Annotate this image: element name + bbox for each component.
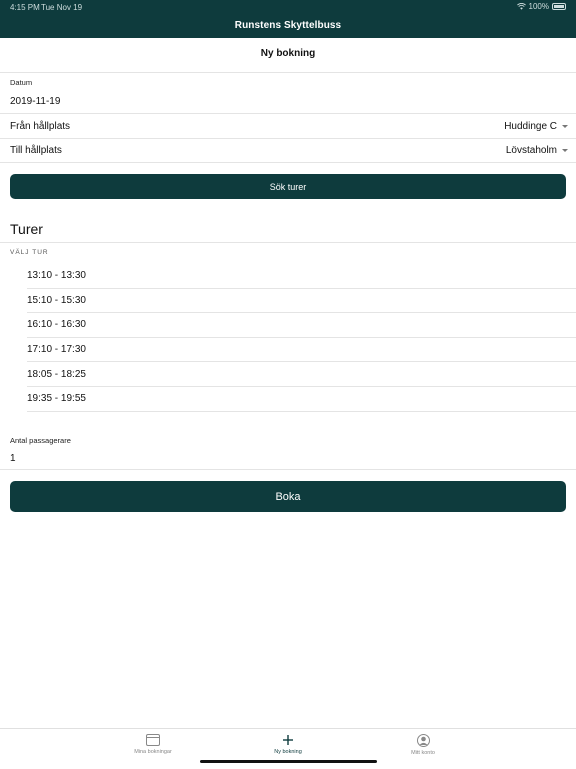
chevron-down-icon (562, 149, 568, 152)
divider (0, 469, 576, 470)
book-button[interactable]: Boka (10, 481, 566, 512)
date-field[interactable]: 2019-11-19 (10, 96, 60, 107)
battery-percent: 100% (528, 2, 549, 11)
divider (0, 113, 576, 114)
date-label: Datum (10, 78, 33, 87)
from-stop-select[interactable]: Huddinge C (504, 121, 568, 132)
search-tours-button[interactable]: Sök turer (10, 174, 566, 199)
status-indicators: 100% (516, 2, 566, 11)
passengers-field[interactable]: 1 (10, 453, 16, 464)
home-indicator[interactable] (200, 760, 377, 763)
divider (0, 162, 576, 163)
to-stop-label: Till hållplats (10, 145, 62, 156)
tour-item[interactable]: 18:05 - 18:25 (27, 362, 576, 387)
tour-item[interactable]: 19:35 - 19:55 (27, 387, 576, 412)
divider (0, 72, 576, 73)
tours-heading: Turer (10, 221, 43, 237)
tab-label: Mina bokningar (134, 749, 172, 755)
from-stop-label: Från hållplats (10, 121, 71, 132)
tours-caption: VÄLJ TUR (10, 249, 49, 256)
app-header: 4:15 PM Tue Nov 19 100% Runstens Skyttel… (0, 0, 576, 38)
app-title: Runstens Skyttelbuss (234, 20, 342, 31)
tour-item[interactable]: 16:10 - 16:30 (27, 313, 576, 338)
tour-item[interactable]: 13:10 - 13:30 (27, 264, 576, 289)
tab-label: Ny bokning (274, 749, 302, 755)
status-bar: 4:15 PM Tue Nov 19 100% (0, 0, 576, 14)
battery-icon (552, 3, 566, 10)
tab-my-account[interactable]: Mitt konto (373, 734, 473, 756)
to-stop-select[interactable]: Lövstaholm (506, 145, 568, 156)
tab-my-bookings[interactable]: Mina bokningar (103, 734, 203, 755)
divider (0, 242, 576, 243)
plus-icon (283, 735, 293, 745)
chevron-down-icon (562, 125, 568, 128)
account-icon (416, 734, 430, 747)
tab-new-booking[interactable]: Ny bokning (238, 734, 338, 755)
calendar-icon (146, 734, 160, 746)
tour-item[interactable]: 17:10 - 17:30 (27, 338, 576, 363)
status-time: 4:15 PM (10, 3, 40, 12)
status-date: Tue Nov 19 (41, 3, 83, 12)
wifi-icon (516, 3, 526, 10)
page-title: Ny bokning (260, 48, 316, 59)
tab-label: Mitt konto (411, 750, 435, 756)
to-stop-value: Lövstaholm (505, 145, 557, 156)
tour-item[interactable]: 15:10 - 15:30 (27, 289, 576, 314)
divider (0, 138, 576, 139)
from-stop-value: Huddinge C (504, 121, 557, 132)
passengers-label: Antal passagerare (10, 436, 71, 445)
